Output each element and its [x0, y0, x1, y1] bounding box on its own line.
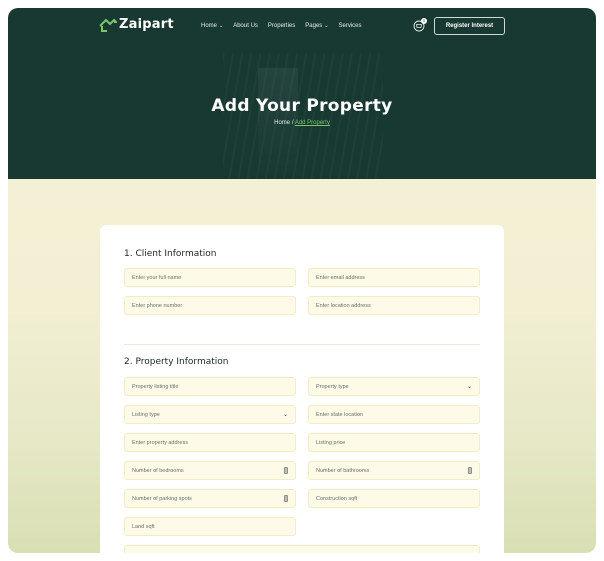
- hero-header: Zaipart Home ⌄ About Us Properties Pages…: [8, 8, 596, 179]
- listing-type-select[interactable]: Listing type ⌄: [124, 405, 296, 424]
- nav-item-home[interactable]: Home ⌄: [201, 21, 223, 31]
- spinner-icon[interactable]: [468, 467, 472, 474]
- nav-item-label: Pages: [305, 23, 323, 29]
- bedrooms-stepper[interactable]: Number of bedrooms: [124, 461, 296, 480]
- chevron-down-icon: ⌄: [324, 23, 329, 29]
- property-address-input[interactable]: Enter property address: [124, 433, 296, 452]
- cart-count-badge: 0: [421, 18, 427, 24]
- main-nav: Home ⌄ About Us Properties Pages ⌄ Servi…: [201, 21, 372, 31]
- breadcrumb-home-link[interactable]: Home: [274, 120, 290, 126]
- nav-item-properties[interactable]: Properties: [268, 21, 295, 31]
- page-frame: Zaipart Home ⌄ About Us Properties Pages…: [8, 8, 596, 553]
- property-type-select[interactable]: Property type ⌄: [308, 377, 480, 396]
- breadcrumb-current: Add Property: [294, 120, 330, 126]
- logo[interactable]: Zaipart: [99, 17, 174, 32]
- nav-item-label: Home: [201, 23, 218, 29]
- listing-type-value: Listing type: [132, 411, 160, 418]
- bathrooms-placeholder: Number of bathrooms: [316, 467, 370, 474]
- chevron-down-icon: ⌄: [219, 23, 224, 29]
- bedrooms-placeholder: Number of bedrooms: [132, 467, 184, 474]
- next-field-partial[interactable]: [124, 545, 480, 553]
- breadcrumb: Home / Add Property: [8, 120, 596, 126]
- nav-item-pages[interactable]: Pages ⌄: [305, 21, 328, 31]
- phone-input[interactable]: Enter phone number: [124, 296, 296, 315]
- state-location-input[interactable]: Enter state location: [308, 405, 480, 424]
- nav-item-label: Services: [338, 23, 362, 29]
- client-info-heading: 1. Client Information: [124, 249, 217, 259]
- chevron-down-icon: ⌄: [282, 412, 288, 418]
- spinner-icon[interactable]: [284, 495, 288, 502]
- page-title: Add Your Property: [211, 96, 393, 116]
- parking-placeholder: Number of parking spots: [132, 495, 192, 502]
- logo-text: Zaipart: [119, 17, 174, 32]
- register-interest-button[interactable]: Register Interest: [434, 17, 505, 35]
- spinner-icon[interactable]: [284, 467, 288, 474]
- bathrooms-stepper[interactable]: Number of bathrooms: [308, 461, 480, 480]
- nav-item-label: Properties: [267, 23, 296, 29]
- construction-sqft-input[interactable]: Construction sqft: [308, 489, 480, 508]
- nav-item-label: About Us: [233, 23, 258, 29]
- email-input[interactable]: Enter email address: [308, 268, 480, 287]
- nav-item-services[interactable]: Services: [338, 21, 361, 31]
- nav-item-about-us[interactable]: About Us: [233, 21, 258, 31]
- logo-house-icon: [99, 18, 117, 32]
- chevron-down-icon: ⌄: [466, 384, 472, 390]
- property-info-heading: 2. Property Information: [124, 357, 229, 367]
- listing-price-input[interactable]: Listing price: [308, 433, 480, 452]
- hero-background-building: [223, 53, 383, 179]
- parking-stepper[interactable]: Number of parking spots: [124, 489, 296, 508]
- section-divider: [124, 344, 480, 345]
- listing-title-input[interactable]: Property listing title: [124, 377, 296, 396]
- land-sqft-input[interactable]: Land sqft: [124, 517, 296, 536]
- full-name-input[interactable]: Enter your full name: [124, 268, 296, 287]
- property-form-card: 1. Client Information Enter your full na…: [100, 225, 504, 553]
- property-type-value: Property type: [316, 383, 349, 390]
- location-input[interactable]: Enter location address: [308, 296, 480, 315]
